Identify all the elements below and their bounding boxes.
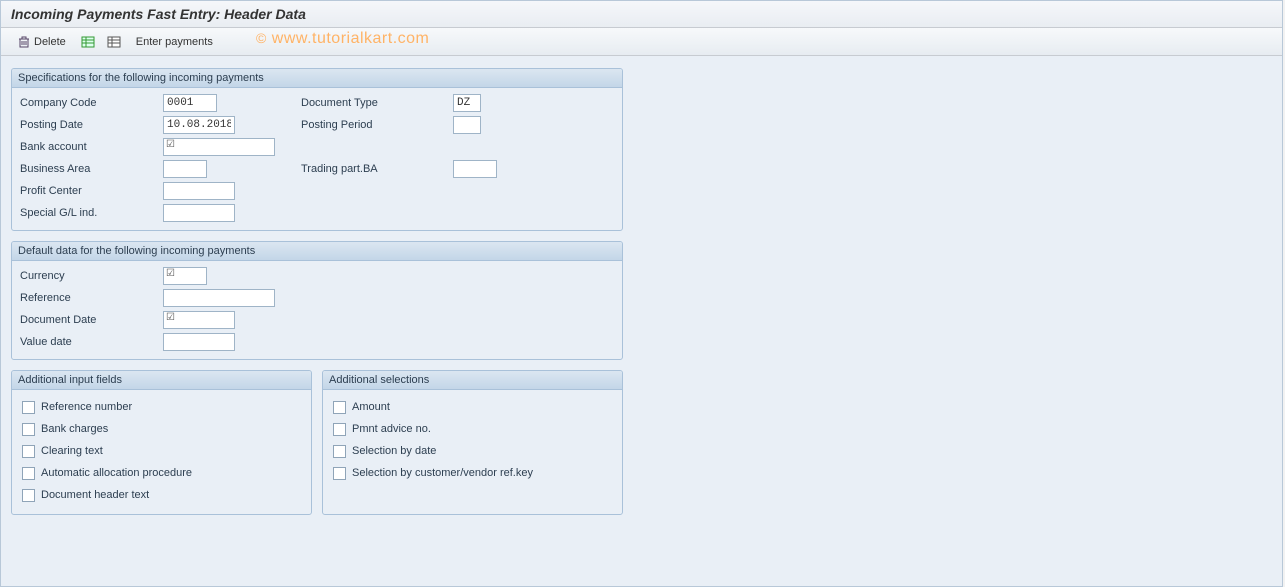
group-additional-input-fields-header: Additional input fields: [12, 371, 311, 390]
special-gl-input[interactable]: [163, 204, 235, 222]
document-date-label: Document Date: [18, 314, 163, 326]
document-header-text-checkbox-label: Document header text: [41, 489, 149, 501]
group-default-data: Default data for the following incoming …: [11, 241, 623, 360]
special-gl-label: Special G/L ind.: [18, 207, 163, 219]
bank-account-label: Bank account: [18, 141, 163, 153]
enter-payments-label: Enter payments: [136, 36, 213, 48]
document-date-input[interactable]: [163, 311, 235, 329]
pmnt-advice-no-checkbox[interactable]: [333, 423, 346, 436]
selection-by-date-checkbox[interactable]: [333, 445, 346, 458]
trading-part-ba-input[interactable]: [453, 160, 497, 178]
delete-button[interactable]: Delete: [11, 33, 72, 51]
automatic-allocation-checkbox-label: Automatic allocation procedure: [41, 467, 192, 479]
business-area-label: Business Area: [18, 163, 163, 175]
reference-label: Reference: [18, 292, 163, 304]
posting-date-label: Posting Date: [18, 119, 163, 131]
watermark-text: © www.tutorialkart.com: [256, 30, 429, 48]
currency-input[interactable]: [163, 267, 207, 285]
clearing-text-checkbox-label: Clearing text: [41, 445, 103, 457]
bank-charges-checkbox-label: Bank charges: [41, 423, 108, 435]
value-date-input[interactable]: [163, 333, 235, 351]
clearing-text-checkbox[interactable]: [22, 445, 35, 458]
company-code-input[interactable]: [163, 94, 217, 112]
posting-period-label: Posting Period: [301, 119, 453, 131]
toolbar-icon-button-2[interactable]: [104, 33, 124, 51]
group-additional-selections: Additional selections Amount Pmnt advice…: [322, 370, 623, 515]
profit-center-input[interactable]: [163, 182, 235, 200]
business-area-input[interactable]: [163, 160, 207, 178]
pmnt-advice-no-checkbox-label: Pmnt advice no.: [352, 423, 431, 435]
toolbar: Delete Enter payments © www.tutorialkart…: [1, 28, 1282, 56]
group-specifications-header: Specifications for the following incomin…: [12, 69, 622, 88]
bank-account-input[interactable]: [163, 138, 275, 156]
selection-by-customer-vendor-checkbox[interactable]: [333, 467, 346, 480]
reference-number-checkbox[interactable]: [22, 401, 35, 414]
document-type-input[interactable]: [453, 94, 481, 112]
currency-label: Currency: [18, 270, 163, 282]
page-title: Incoming Payments Fast Entry: Header Dat…: [1, 1, 1282, 28]
delete-button-label: Delete: [34, 36, 66, 48]
profit-center-label: Profit Center: [18, 185, 163, 197]
posting-date-input[interactable]: [163, 116, 235, 134]
selection-by-date-checkbox-label: Selection by date: [352, 445, 436, 457]
toolbar-icon-button-1[interactable]: [78, 33, 98, 51]
trash-icon: [17, 35, 31, 49]
company-code-label: Company Code: [18, 97, 163, 109]
posting-period-input[interactable]: [453, 116, 481, 134]
group-specifications: Specifications for the following incomin…: [11, 68, 623, 231]
group-additional-input-fields: Additional input fields Reference number…: [11, 370, 312, 515]
amount-checkbox[interactable]: [333, 401, 346, 414]
content-area: Specifications for the following incomin…: [1, 56, 1282, 586]
group-additional-selections-header: Additional selections: [323, 371, 622, 390]
value-date-label: Value date: [18, 336, 163, 348]
amount-checkbox-label: Amount: [352, 401, 390, 413]
group-default-data-header: Default data for the following incoming …: [12, 242, 622, 261]
reference-input[interactable]: [163, 289, 275, 307]
grid-icon: [107, 35, 121, 49]
document-header-text-checkbox[interactable]: [22, 489, 35, 502]
trading-part-ba-label: Trading part.BA: [301, 163, 453, 175]
enter-payments-button[interactable]: Enter payments: [130, 34, 219, 50]
automatic-allocation-checkbox[interactable]: [22, 467, 35, 480]
reference-number-checkbox-label: Reference number: [41, 401, 132, 413]
bank-charges-checkbox[interactable]: [22, 423, 35, 436]
selection-by-customer-vendor-checkbox-label: Selection by customer/vendor ref.key: [352, 467, 533, 479]
document-type-label: Document Type: [301, 97, 453, 109]
grid-green-icon: [81, 35, 95, 49]
